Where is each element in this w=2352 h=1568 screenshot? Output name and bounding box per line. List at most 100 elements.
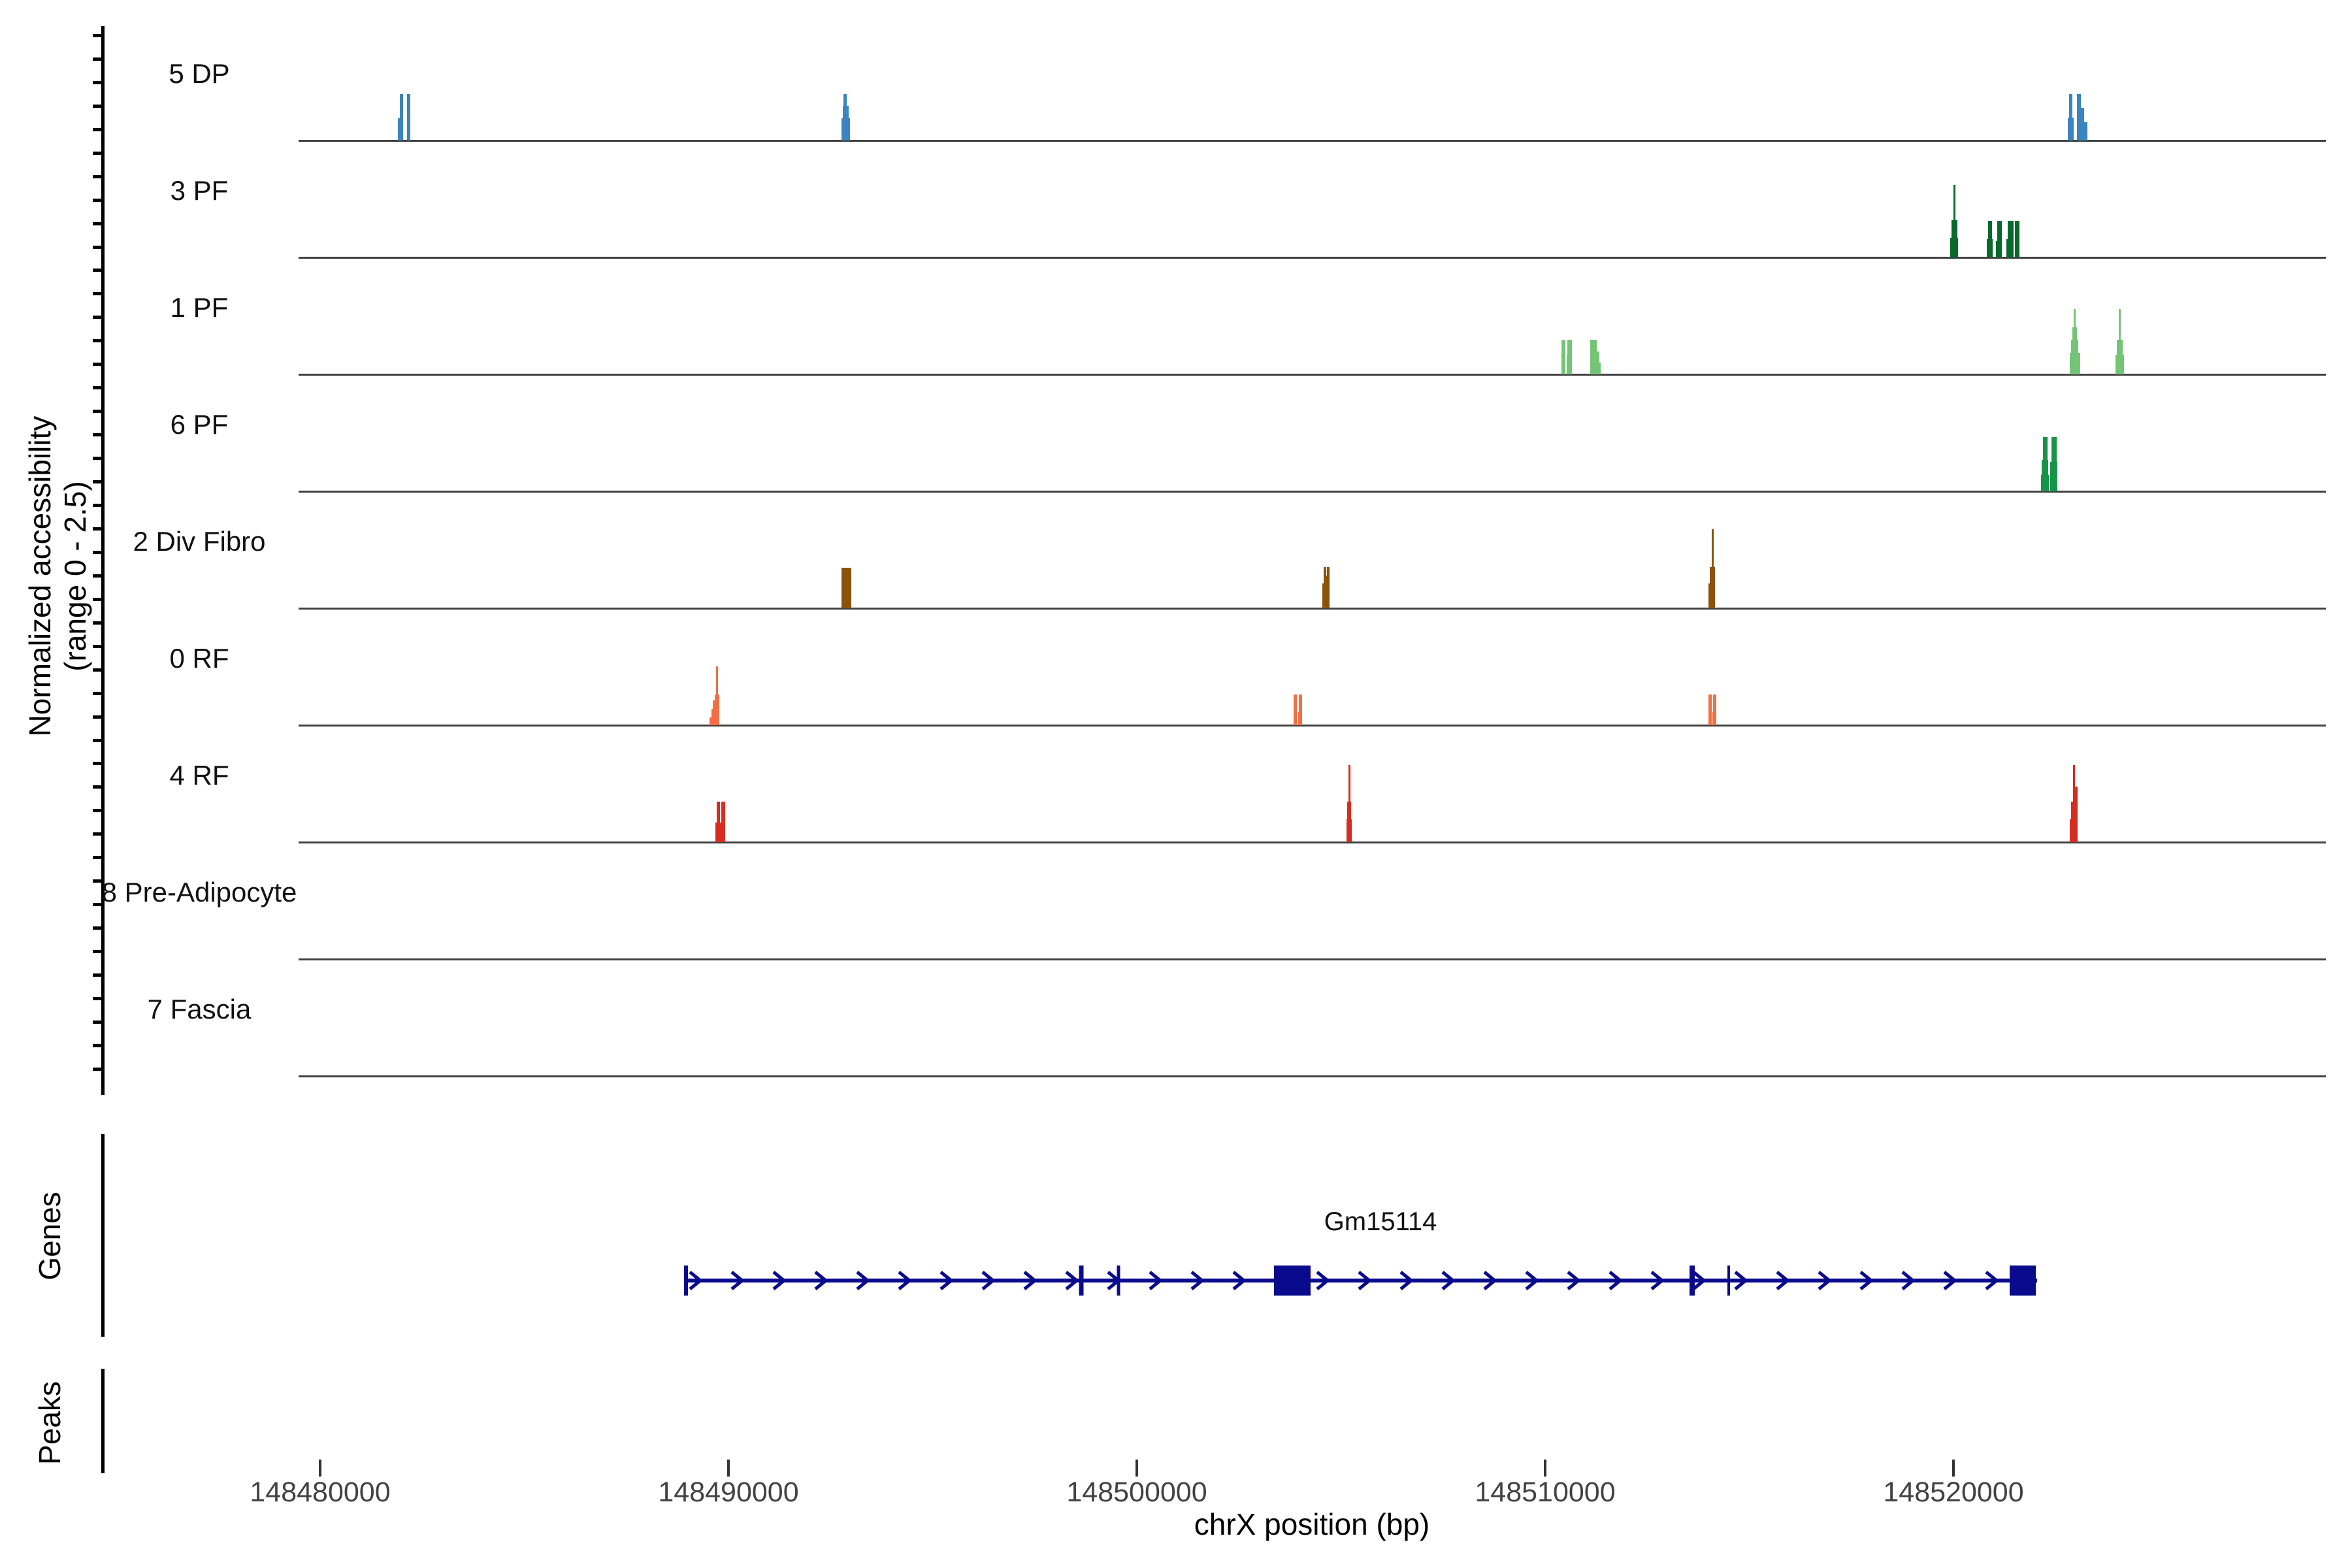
coverage-peak xyxy=(721,802,725,842)
track-label: 5 DP xyxy=(62,59,336,89)
y-axis-label-line1: Normalized accessibility xyxy=(22,119,57,1034)
coverage-peak xyxy=(843,94,847,140)
coverage-peak xyxy=(716,666,718,725)
coverage-peak xyxy=(849,572,851,608)
gene-strand-arrow-icon xyxy=(1066,1272,1077,1289)
y-axis-tick xyxy=(93,785,102,789)
track-baseline xyxy=(299,257,2326,259)
gene-strand-arrow-icon xyxy=(1150,1272,1160,1289)
coverage-peak xyxy=(1997,221,2002,257)
x-axis-title: chrX position (bp) xyxy=(1051,1507,1573,1542)
gene-strand-arrow-icon xyxy=(941,1272,951,1289)
track-label: 2 Div Fibro xyxy=(62,527,336,557)
gene-exon-box xyxy=(1274,1266,1311,1296)
gene-strand-arrow-icon xyxy=(1317,1272,1328,1289)
track-label: 6 PF xyxy=(62,410,336,440)
gene-strand-arrow-icon xyxy=(732,1272,742,1289)
gene-exon-tick xyxy=(1727,1266,1730,1296)
y-axis-tick xyxy=(93,433,102,436)
track-label: 4 RF xyxy=(62,760,336,791)
y-axis-tick xyxy=(93,574,102,578)
coverage-peak xyxy=(2119,309,2121,374)
gene-strand-arrow-icon xyxy=(774,1272,784,1289)
x-axis-tick-label: 148500000 xyxy=(1006,1477,1267,1509)
coverage-peak xyxy=(1597,363,1601,374)
x-axis-tick xyxy=(1135,1460,1138,1477)
gene-strand-arrow-icon xyxy=(1693,1272,1704,1289)
gene-exon-tick xyxy=(1079,1266,1084,1296)
coverage-peak xyxy=(2043,437,2048,491)
y-axis-tick xyxy=(93,457,102,460)
gene-strand-arrow-icon xyxy=(1526,1272,1537,1289)
track-label: 8 Pre-Adipocyte xyxy=(62,877,336,907)
gene-strand-arrow-icon xyxy=(1903,1272,1913,1289)
x-axis-tick xyxy=(319,1460,321,1477)
gene-strand-arrow-icon xyxy=(1568,1272,1578,1289)
gene-strand-arrow-icon xyxy=(1944,1272,1955,1289)
gene-strand-arrow-icon xyxy=(1024,1272,1035,1289)
peaks-bracket-line xyxy=(101,1369,105,1473)
track-label: 1 PF xyxy=(62,293,336,323)
y-axis-tick xyxy=(93,152,102,155)
y-axis-tick xyxy=(93,598,102,601)
track-label: 3 PF xyxy=(62,176,336,206)
x-axis-tick xyxy=(727,1460,730,1477)
track-baseline xyxy=(299,608,2326,610)
coverage-peak xyxy=(1712,529,1714,608)
y-axis-tick xyxy=(93,363,102,366)
y-axis-tick xyxy=(93,246,102,249)
y-axis-tick xyxy=(93,715,102,719)
track-label: 7 Fascia xyxy=(62,994,336,1024)
y-axis-tick xyxy=(93,1044,102,1047)
y-axis-tick xyxy=(93,480,102,483)
y-axis-tick xyxy=(93,222,102,225)
y-axis-tick xyxy=(93,950,102,953)
y-axis-tick xyxy=(93,645,102,648)
x-axis-tick-label: 148480000 xyxy=(189,1477,451,1509)
y-axis-tick xyxy=(93,81,102,84)
gene-exon-tick xyxy=(1690,1266,1695,1296)
y-axis-tick xyxy=(93,57,102,61)
gene-strand-arrow-icon xyxy=(983,1272,993,1289)
y-axis-tick xyxy=(93,739,102,742)
y-axis-tick xyxy=(93,527,102,531)
y-axis-tick xyxy=(93,621,102,625)
peaks-panel-label: Peaks xyxy=(32,1292,66,1554)
gene-strand-arrow-icon xyxy=(815,1272,826,1289)
gene-strand-arrow-icon xyxy=(1359,1272,1369,1289)
y-axis-tick xyxy=(93,879,102,883)
y-axis-tick xyxy=(93,175,102,178)
y-axis-tick xyxy=(93,997,102,1000)
y-axis-tick xyxy=(93,316,102,319)
track-baseline xyxy=(299,1075,2326,1077)
gene-strand-arrow-icon xyxy=(1484,1272,1495,1289)
x-axis-tick xyxy=(1544,1460,1546,1477)
gene-exon-tick xyxy=(1117,1266,1120,1296)
y-axis-tick xyxy=(93,832,102,836)
y-axis-tick xyxy=(93,269,102,272)
coverage-peak xyxy=(2074,787,2078,842)
gene-strand-arrow-icon xyxy=(899,1272,909,1289)
y-axis-tick xyxy=(93,1021,102,1024)
coverage-peak xyxy=(400,94,403,140)
coverage-peak xyxy=(1988,221,1992,257)
coverage-peak xyxy=(2015,221,2019,257)
x-axis-tick-label: 148490000 xyxy=(598,1477,859,1509)
coverage-peak xyxy=(1708,694,1712,725)
gene-name-label: Gm15114 xyxy=(1282,1207,1478,1237)
y-axis-tick xyxy=(93,551,102,554)
x-axis-tick-label: 148520000 xyxy=(1823,1477,2084,1509)
coverage-peak xyxy=(2053,452,2057,491)
gene-strand-arrow-icon xyxy=(1443,1272,1453,1289)
track-baseline xyxy=(299,140,2326,142)
gene-strand-arrow-icon xyxy=(1233,1272,1244,1289)
y-axis-tick xyxy=(93,856,102,859)
coverage-peak xyxy=(1953,185,1955,257)
gene-strand-arrow-icon xyxy=(1735,1272,1746,1289)
track-baseline xyxy=(299,491,2326,493)
gene-strand-arrow-icon xyxy=(1819,1272,1829,1289)
gene-strand-arrow-icon xyxy=(1192,1272,1202,1289)
coverage-peak xyxy=(1327,567,1330,608)
y-axis-tick xyxy=(93,410,102,413)
track-baseline xyxy=(299,725,2326,727)
